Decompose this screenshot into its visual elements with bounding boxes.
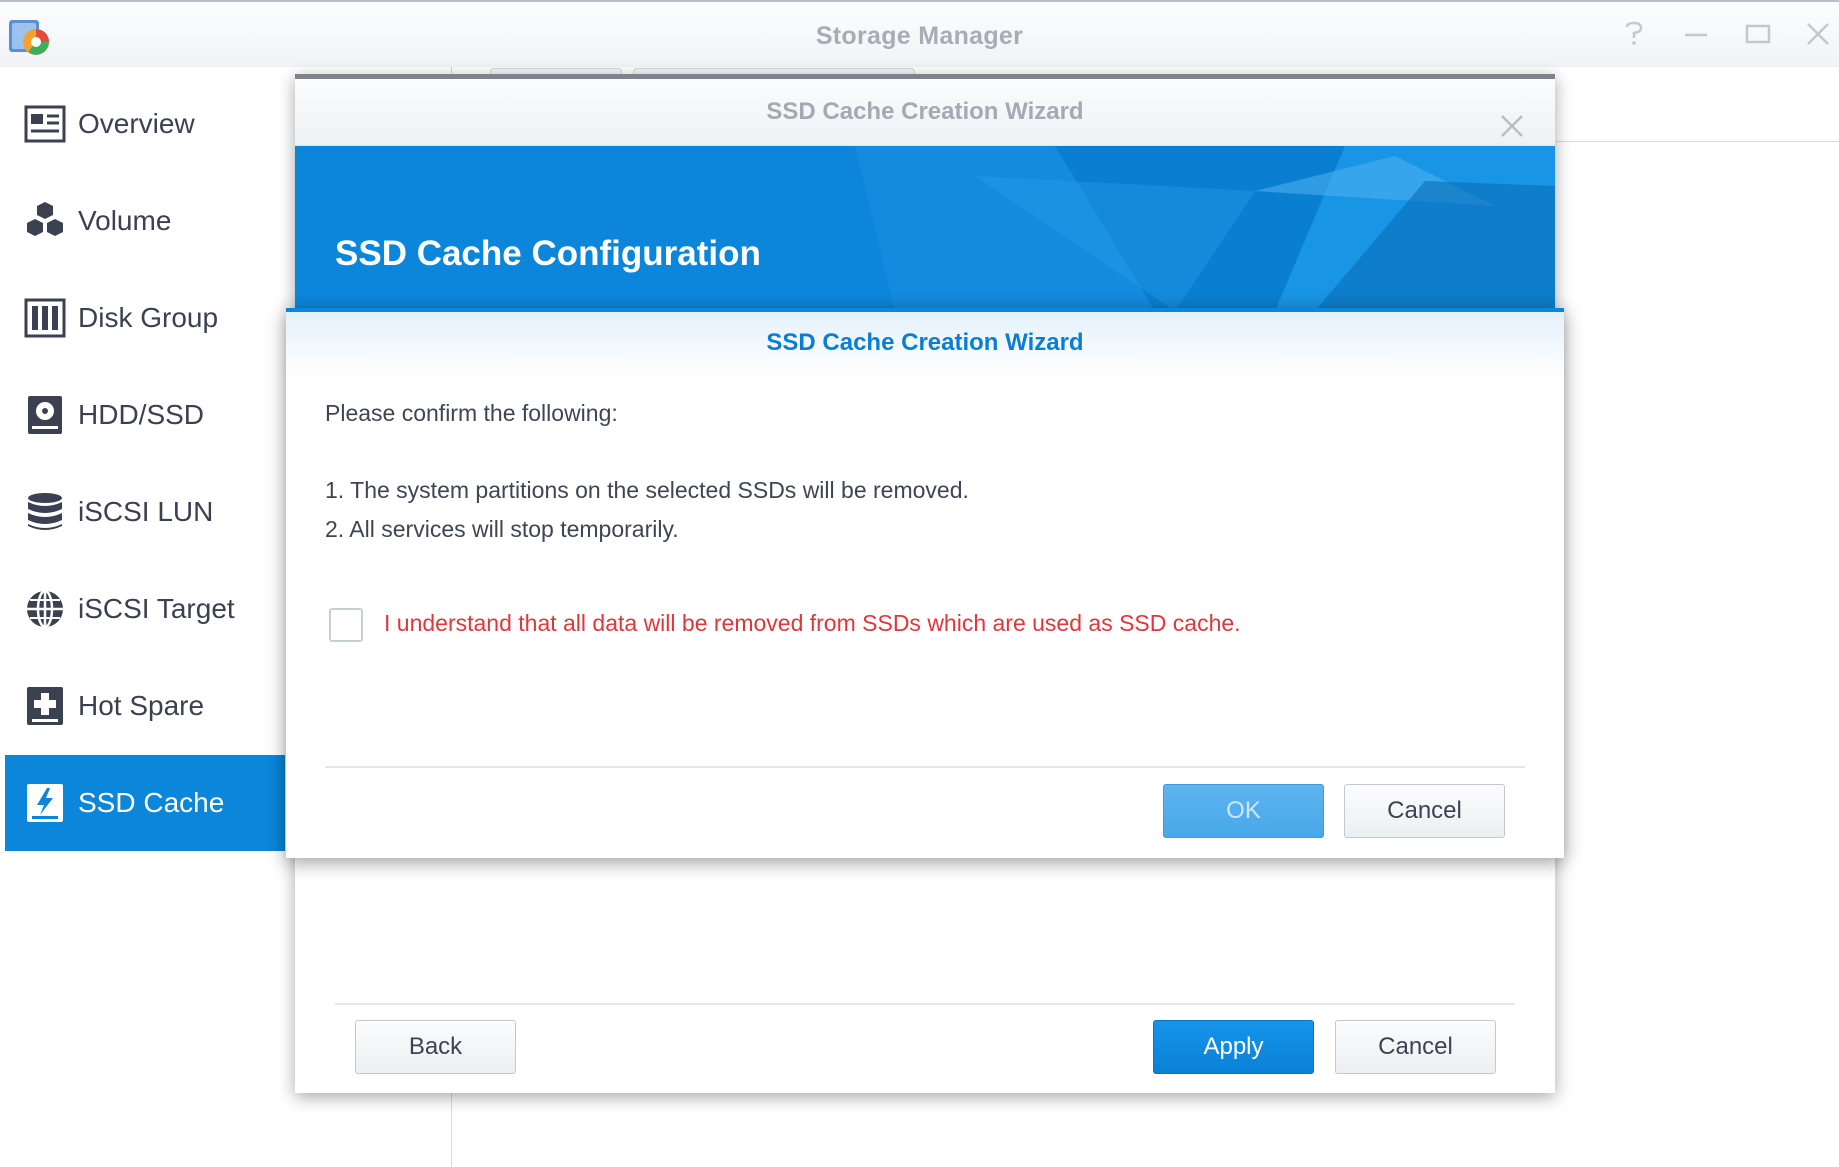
confirm-cancel-button[interactable]: Cancel (1344, 784, 1505, 838)
content-divider (1556, 141, 1839, 142)
iscsi-target-icon (22, 586, 68, 632)
sidebar-item-label: Volume (78, 205, 172, 236)
sidebar-item-iscsi-target[interactable]: iSCSI Target (5, 561, 285, 657)
sidebar-item-label: HDD/SSD (78, 399, 205, 430)
sidebar-item-label: Disk Group (78, 302, 219, 333)
iscsi-lun-icon (22, 489, 68, 535)
confirm-dialog: SSD Cache Creation Wizard Please confirm… (286, 308, 1564, 858)
sidebar-item-iscsi-lun[interactable]: iSCSI LUN (5, 464, 285, 560)
apply-button[interactable]: Apply (1153, 1020, 1314, 1074)
sidebar-item-hot-spare[interactable]: Hot Spare (5, 658, 285, 754)
confirm-item: 2. All services will stop temporarily. (325, 516, 679, 542)
app-titlebar: Storage Manager (0, 0, 1839, 67)
sidebar-item-disk-group[interactable]: Disk Group (5, 270, 285, 366)
banner-decoration (855, 146, 1555, 311)
sidebar-item-label: SSD Cache (78, 787, 225, 818)
back-button[interactable]: Back (355, 1020, 516, 1074)
hdd-ssd-icon (22, 392, 68, 438)
app-title: Storage Manager (815, 22, 1024, 50)
confirm-intro: Please confirm the following: (325, 400, 618, 426)
volume-icon (22, 198, 68, 244)
overview-icon (22, 101, 68, 147)
close-icon[interactable] (1802, 18, 1834, 50)
ok-button[interactable]: OK (1163, 784, 1324, 838)
sidebar-item-ssd-cache[interactable]: SSD Cache (5, 755, 285, 851)
help-icon[interactable] (1618, 18, 1650, 50)
understand-checkbox-label[interactable]: I understand that all data will be remov… (384, 610, 1241, 637)
wizard-titlebar: SSD Cache Creation Wizard (295, 79, 1555, 146)
wizard-heading: SSD Cache Configuration (335, 234, 761, 273)
sidebar: Overview Volume Disk Group HDD/SSD iSCSI… (0, 67, 288, 1167)
footer-divider (335, 1003, 1515, 1005)
sidebar-item-hdd-ssd[interactable]: HDD/SSD (5, 367, 285, 463)
wizard-cancel-button[interactable]: Cancel (1335, 1020, 1496, 1074)
hot-spare-icon (22, 683, 68, 729)
sidebar-item-label: iSCSI Target (78, 593, 235, 624)
sidebar-item-label: Hot Spare (78, 690, 205, 721)
sidebar-item-label: iSCSI LUN (78, 496, 214, 527)
sidebar-item-label: Overview (78, 108, 195, 139)
confirm-footer-divider (325, 766, 1525, 768)
sidebar-item-volume[interactable]: Volume (5, 173, 285, 269)
disk-group-icon (22, 295, 68, 341)
confirm-item: 1. The system partitions on the selected… (325, 477, 969, 503)
minimize-icon[interactable] (1680, 18, 1712, 50)
sidebar-item-overview[interactable]: Overview (5, 76, 285, 172)
ssd-cache-icon (22, 780, 68, 826)
close-icon[interactable] (1499, 99, 1525, 137)
wizard-banner: SSD Cache Configuration (295, 146, 1555, 311)
wizard-title: SSD Cache Creation Wizard (766, 98, 1084, 125)
understand-checkbox[interactable] (329, 608, 363, 642)
confirm-dialog-title: SSD Cache Creation Wizard (286, 312, 1564, 378)
maximize-icon[interactable] (1742, 18, 1774, 50)
